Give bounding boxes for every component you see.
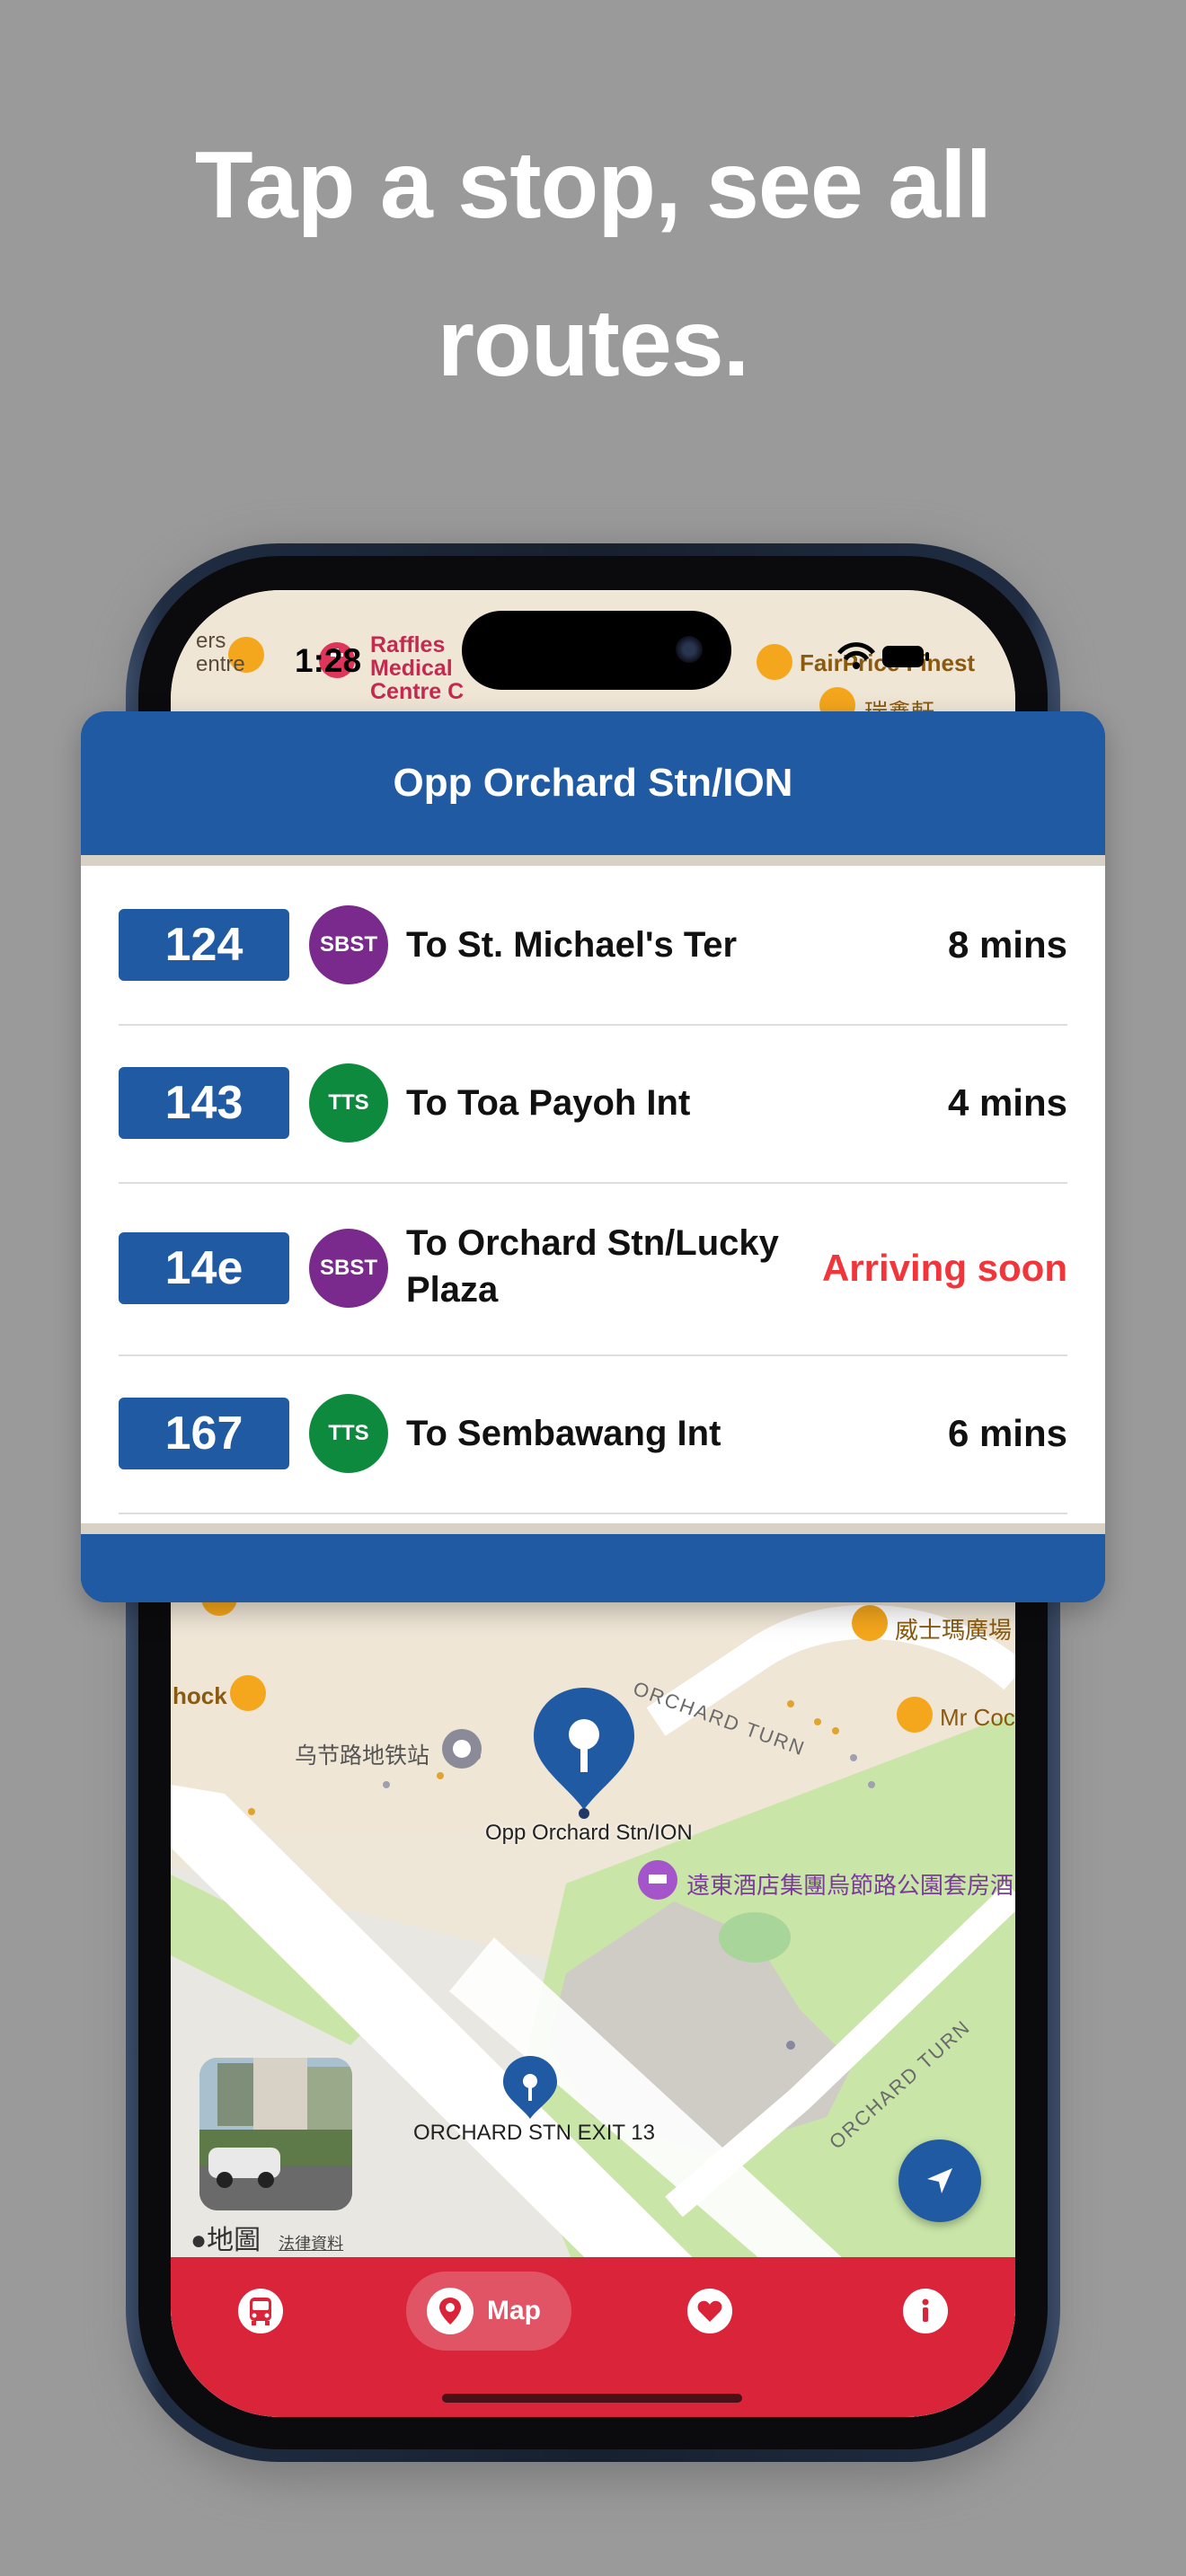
headline-line-1: Tap a stop, see all <box>194 132 992 238</box>
route-number: 167 <box>119 1398 289 1469</box>
map-label-stop: Opp Orchard Stn/ION <box>485 1821 693 1845</box>
stop-title: Opp Orchard Stn/ION <box>393 761 793 805</box>
map-label-orchard-mrt: 乌节路地铁站 <box>295 1743 430 1769</box>
home-indicator <box>442 2394 742 2403</box>
headline-line-2: routes. <box>437 290 749 396</box>
map-pin-icon <box>427 2288 474 2334</box>
map-pin-icon <box>534 1688 634 1819</box>
map-label-mr-coconut: Mr Coc <box>940 1704 1015 1731</box>
arrival-row[interactable]: 167 TTS To Sembawang Int 6 mins <box>119 1354 1067 1514</box>
street-view-image <box>199 2058 352 2210</box>
map-pin-small-icon <box>503 2056 557 2119</box>
operator-badge: SBST <box>309 1229 388 1308</box>
status-icons <box>834 640 933 677</box>
route-number: 143 <box>119 1067 289 1139</box>
map-label-hotel: 遠東酒店集團烏節路公園套房酒 <box>686 1872 1014 1899</box>
tab-bus[interactable] <box>221 2272 300 2351</box>
headline: Tap a stop, see all routes. <box>0 106 1186 422</box>
tab-info[interactable] <box>886 2272 965 2351</box>
arrivals-list: 124 SBST To St. Michael's Ter 8 mins 143… <box>81 866 1105 1523</box>
dynamic-island <box>462 611 731 690</box>
locate-me-button[interactable] <box>898 2139 981 2222</box>
camera-icon <box>676 636 703 663</box>
operator-badge: TTS <box>309 1394 388 1473</box>
route-number: 124 <box>119 909 289 981</box>
destination: To St. Michael's Ter <box>406 925 738 965</box>
map-peek-bottom <box>81 1523 1105 1534</box>
operator-badge: TTS <box>309 1063 388 1142</box>
info-icon <box>903 2289 948 2333</box>
map-label-exit: ORCHARD STN EXIT 13 <box>413 2121 655 2145</box>
destination: To Sembawang Int <box>406 1414 721 1453</box>
bus-icon <box>238 2289 283 2333</box>
eta: 4 mins <box>947 1081 1067 1124</box>
arrival-row[interactable]: 124 SBST To St. Michael's Ter 8 mins <box>119 866 1067 1026</box>
tab-map-label: Map <box>487 2296 541 2325</box>
map-attribution[interactable]: ●地圖 法律資料 <box>190 2218 343 2257</box>
map-label-wisma: 威士瑪廣場 <box>895 1617 1013 1644</box>
battery-icon <box>882 646 929 667</box>
operator-badge: SBST <box>309 905 388 984</box>
map-peek-top <box>81 855 1105 866</box>
eta: 6 mins <box>947 1412 1067 1454</box>
arrival-row[interactable]: 143 TTS To Toa Payoh Int 4 mins <box>119 1024 1067 1184</box>
arrival-row[interactable]: 14e SBST To Orchard Stn/Lucky Plaza Arri… <box>119 1182 1067 1356</box>
apple-logo-icon: ● <box>190 2226 208 2255</box>
bus-stop-pin-selected[interactable] <box>530 1684 638 1823</box>
location-arrow-icon <box>927 2168 952 2193</box>
card-footer <box>81 1534 1105 1602</box>
tab-map[interactable]: Map <box>406 2272 571 2351</box>
heart-icon <box>687 2289 732 2333</box>
bus-stop-pin[interactable] <box>501 2054 559 2127</box>
map-label-raffles: Raffles Medical Centre C <box>370 632 465 704</box>
route-number: 14e <box>119 1232 289 1304</box>
eta: 8 mins <box>947 923 1067 966</box>
status-time: 1:28 <box>295 642 362 679</box>
tab-favourites[interactable] <box>670 2272 749 2351</box>
destination: To Orchard Stn/Lucky Plaza <box>406 1223 779 1310</box>
stop-arrivals-card: Opp Orchard Stn/ION 124 SBST To St. Mich… <box>81 711 1105 1602</box>
destination: To Toa Payoh Int <box>406 1083 691 1123</box>
legal-link[interactable]: 法律資料 <box>279 2235 343 2253</box>
eta: Arriving soon <box>821 1247 1067 1289</box>
wifi-icon <box>837 642 875 669</box>
map-label-shock: hock <box>173 1682 227 1709</box>
map-label-top-left: ers entre <box>196 629 245 676</box>
look-around-thumbnail[interactable] <box>199 2058 352 2210</box>
